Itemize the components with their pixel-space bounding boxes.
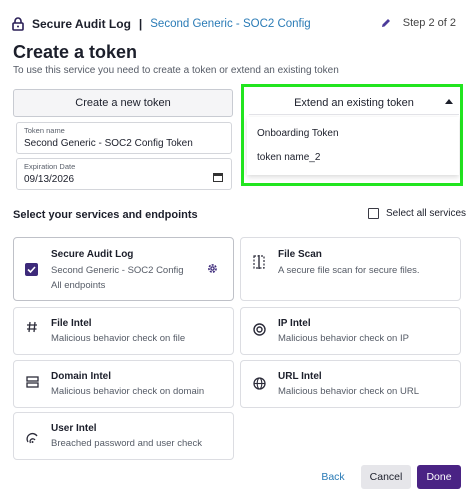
cancel-button[interactable]: Cancel (361, 465, 411, 489)
fingerprint-icon (25, 430, 39, 444)
card-title: Domain Intel (51, 371, 112, 382)
card-title: User Intel (51, 423, 97, 434)
token-name-value[interactable]: Second Generic - SOC2 Config Token (24, 138, 193, 149)
menu-item-token-name-2[interactable]: token name_2 (257, 152, 320, 163)
extend-token-menu: Onboarding Token token name_2 (247, 117, 459, 175)
card-user-intel[interactable]: User Intel Breached password and user ch… (13, 412, 234, 460)
gear-icon[interactable] (206, 262, 219, 275)
card-config: Second Generic - SOC2 Config (51, 265, 184, 276)
card-endpoints: All endpoints (51, 280, 106, 291)
card-ip-intel[interactable]: IP Intel Malicious behavior check on IP (240, 307, 461, 355)
server-icon (25, 375, 39, 389)
card-desc: Breached password and user check (51, 438, 203, 449)
caret-up-icon (445, 99, 453, 104)
header-separator: | (138, 17, 143, 31)
config-link[interactable]: Second Generic - SOC2 Config (150, 18, 310, 30)
checkbox-checked-icon[interactable] (25, 263, 38, 276)
card-title: Secure Audit Log (51, 249, 134, 260)
card-title: URL Intel (278, 371, 322, 382)
card-desc: Malicious behavior check on IP (278, 333, 409, 344)
token-name-field[interactable]: Token name Second Generic - SOC2 Config … (16, 122, 232, 154)
card-title: File Scan (278, 249, 322, 260)
card-desc: A secure file scan for secure files. (278, 265, 420, 276)
checkbox-icon[interactable] (368, 208, 379, 219)
back-button[interactable]: Back (311, 465, 355, 489)
extend-token-dropdown[interactable]: Extend an existing token (249, 91, 459, 115)
step-indicator: Step 2 of 2 (402, 17, 456, 29)
hash-icon (25, 320, 39, 334)
card-secure-audit-log[interactable]: Secure Audit Log Second Generic - SOC2 C… (13, 237, 234, 301)
select-all-label: Select all services (386, 208, 467, 219)
ip-icon (252, 322, 266, 336)
create-token-button[interactable]: Create a new token (13, 89, 233, 117)
file-scan-icon (252, 255, 266, 269)
calendar-icon[interactable] (213, 172, 223, 182)
card-domain-intel[interactable]: Domain Intel Malicious behavior check on… (13, 360, 234, 408)
card-desc: Malicious behavior check on file (51, 333, 186, 344)
globe-icon (252, 376, 266, 390)
token-name-label: Token name (24, 126, 65, 135)
extend-token-label: Extend an existing token (294, 96, 414, 109)
card-file-scan[interactable]: File Scan A secure file scan for secure … (240, 237, 461, 301)
expiration-date-field[interactable]: Expiration Date 09/13/2026 (16, 158, 232, 190)
menu-item-onboarding-token[interactable]: Onboarding Token (257, 128, 339, 139)
app-name: Secure Audit Log (32, 17, 131, 31)
page-title: Create a token (13, 42, 138, 62)
pencil-icon[interactable] (380, 17, 392, 29)
card-url-intel[interactable]: URL Intel Malicious behavior check on UR… (240, 360, 461, 408)
services-title: Select your services and endpoints (13, 209, 198, 221)
expiration-date-value[interactable]: 09/13/2026 (24, 174, 74, 185)
lock-icon (12, 17, 26, 31)
done-button[interactable]: Done (417, 465, 461, 489)
expiration-date-label: Expiration Date (24, 162, 76, 171)
card-desc: Malicious behavior check on URL (278, 386, 419, 397)
page-subtitle: To use this service you need to create a… (13, 65, 339, 76)
card-desc: Malicious behavior check on domain (51, 386, 205, 397)
card-title: File Intel (51, 318, 92, 329)
card-file-intel[interactable]: File Intel Malicious behavior check on f… (13, 307, 234, 355)
header: Secure Audit Log | Second Generic - SOC2… (12, 12, 464, 36)
select-all-services[interactable]: Select all services (368, 208, 466, 219)
card-title: IP Intel (278, 318, 311, 329)
